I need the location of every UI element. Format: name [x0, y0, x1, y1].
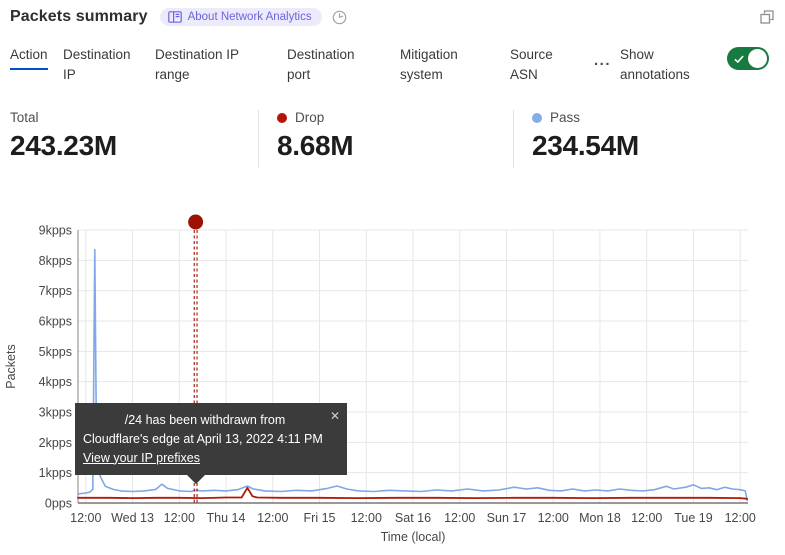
- tab-source-asn[interactable]: Source ASN: [510, 45, 566, 85]
- y-tick-label: 9kpps: [39, 224, 72, 238]
- x-tick-label: Tue 19: [674, 511, 713, 525]
- show-annotations-label: Show annotations: [620, 45, 712, 85]
- stat-drop-label: Drop: [295, 110, 324, 125]
- stat-total-label: Total: [10, 110, 39, 125]
- x-tick-label: 12:00: [70, 511, 101, 525]
- y-tick-label: 5kpps: [39, 345, 72, 359]
- tab-mitigation-system[interactable]: Mitigation system: [400, 45, 472, 85]
- close-icon[interactable]: ✕: [330, 407, 340, 425]
- x-tick-label: Mon 18: [579, 511, 621, 525]
- x-tick-label: 12:00: [725, 511, 756, 525]
- stat-total-value: 243.23M: [10, 130, 117, 162]
- annotation-marker[interactable]: [188, 215, 203, 230]
- show-annotations-toggle[interactable]: [727, 47, 769, 70]
- x-tick-label: 12:00: [444, 511, 475, 525]
- drop-dot-icon: [277, 113, 287, 123]
- tooltip-line1: /24 has been withdrawn from: [83, 411, 335, 430]
- y-tick-label: 1kpps: [39, 466, 72, 480]
- y-tick-label: 2kpps: [39, 436, 72, 450]
- x-tick-label: Sun 17: [487, 511, 527, 525]
- x-tick-label: 12:00: [257, 511, 288, 525]
- y-tick-label: 0pps: [45, 497, 72, 511]
- x-axis-title: Time (local): [381, 530, 446, 544]
- x-tick-label: Thu 14: [207, 511, 246, 525]
- y-tick-label: 6kpps: [39, 315, 72, 329]
- divider: [258, 110, 259, 168]
- packets-time-series-chart[interactable]: 9kpps 8kpps 7kpps 6kpps 5kpps 4kpps 3kpps 2kpps…: [0, 205, 785, 555]
- badge-label: About Network Analytics: [188, 11, 312, 23]
- book-icon: [168, 11, 182, 23]
- y-tick-label: 3kpps: [39, 406, 72, 420]
- page-title: Packets summary: [10, 8, 148, 26]
- y-axis-title: Packets: [4, 344, 18, 388]
- stat-pass: Pass 234.54M: [532, 110, 639, 162]
- stat-drop-value: 8.68M: [277, 130, 353, 162]
- y-tick-label: 4kpps: [39, 375, 72, 389]
- x-tick-label: 12:00: [538, 511, 569, 525]
- pass-dot-icon: [532, 113, 542, 123]
- x-tick-label: 12:00: [164, 511, 195, 525]
- x-tick-label: Sat 16: [395, 511, 431, 525]
- tab-action[interactable]: Action: [10, 45, 48, 70]
- tab-destination-ip-range[interactable]: Destination IP range: [155, 45, 251, 85]
- stat-pass-value: 234.54M: [532, 130, 639, 162]
- stat-drop: Drop 8.68M: [277, 110, 353, 162]
- more-tabs-button[interactable]: ...: [594, 52, 611, 69]
- tab-destination-port[interactable]: Destination port: [287, 45, 367, 85]
- header: Packets summary About Network Analytics: [10, 8, 775, 26]
- tooltip-line2: Cloudflare's edge at April 13, 2022 4:11…: [83, 430, 335, 449]
- popout-icon[interactable]: [759, 9, 775, 25]
- stat-total: Total 243.23M: [10, 110, 117, 162]
- time-period-icon[interactable]: [332, 10, 347, 25]
- toggle-knob: [748, 49, 767, 68]
- y-tick-label: 7kpps: [39, 284, 72, 298]
- tooltip-caret: [187, 475, 205, 484]
- x-tick-label: 12:00: [351, 511, 382, 525]
- stat-pass-label: Pass: [550, 110, 580, 125]
- about-network-analytics-badge[interactable]: About Network Analytics: [160, 8, 322, 26]
- annotation-tooltip: ✕ /24 has been withdrawn from Cloudflare…: [75, 403, 347, 475]
- view-ip-prefixes-link[interactable]: View your IP prefixes: [83, 449, 200, 468]
- check-icon: [733, 53, 745, 65]
- x-tick-label: Wed 13: [111, 511, 154, 525]
- packets-summary-card: Packets summary About Network Analytics: [0, 0, 785, 555]
- tab-destination-ip[interactable]: Destination IP: [63, 45, 139, 85]
- y-tick-label: 8kpps: [39, 254, 72, 268]
- x-tick-label: 12:00: [631, 511, 662, 525]
- divider: [513, 110, 514, 168]
- x-tick-label: Fri 15: [304, 511, 336, 525]
